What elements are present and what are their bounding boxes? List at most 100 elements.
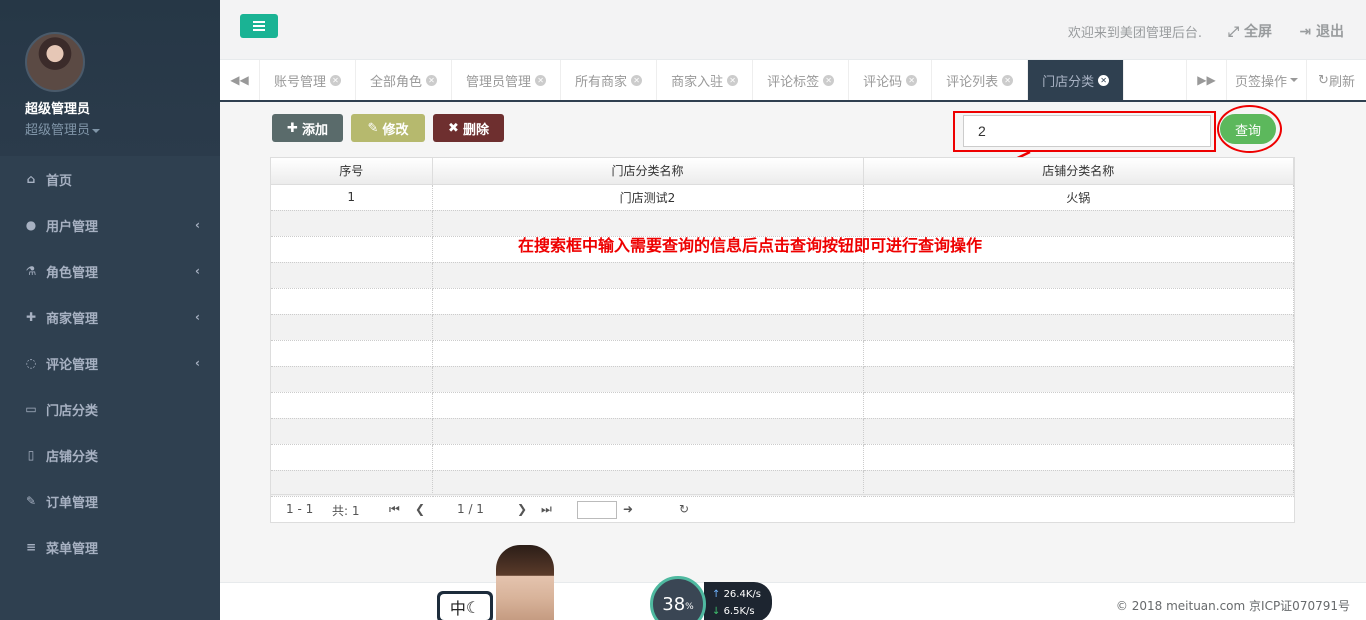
sidebar: 超级管理员 超级管理员 ⌂ 首页 ● 用户管理 ‹ ⚗ 角色管理 ‹ ✚ 商家管理 ‹ ◌ 评论… <box>0 0 220 620</box>
sidebar-item-label: 首页 <box>46 173 73 189</box>
tab-scroll-right-button[interactable]: ▶▶ <box>1186 60 1226 100</box>
fullscreen-button[interactable]: ⤢ 全屏 <box>1228 21 1272 41</box>
tab-comment-list[interactable]: 评论列表 ✕ <box>932 60 1029 100</box>
column-header[interactable]: 门店分类名称 <box>432 158 864 185</box>
add-button[interactable]: ✚ 添加 <box>272 114 343 142</box>
column-header[interactable]: 序号 <box>271 158 433 185</box>
sidebar-item-label: 菜单管理 <box>46 541 99 557</box>
empty-cell <box>863 470 1294 497</box>
prev-page-icon[interactable]: ❮ <box>415 502 425 516</box>
column-header[interactable]: 店铺分类名称 <box>863 158 1294 185</box>
sidebar-item-merchant-management[interactable]: ✚ 商家管理 ‹ <box>0 294 220 340</box>
sidebar-item-label: 商家管理 <box>46 311 99 327</box>
close-icon[interactable]: ✕ <box>823 74 835 86</box>
edit-button[interactable]: ✎ 修改 <box>351 114 425 142</box>
delete-label: 删除 <box>462 122 489 138</box>
sidebar-item-home[interactable]: ⌂ 首页 <box>0 156 220 202</box>
next-page-icon[interactable]: ❯ <box>517 502 527 516</box>
empty-cell <box>271 236 433 263</box>
sidebar-item-user-management[interactable]: ● 用户管理 ‹ <box>0 202 220 248</box>
profile-name: 超级管理员 <box>25 102 91 117</box>
annotation-text: 在搜索框中输入需要查询的信息后点击查询按钮即可进行查询操作 <box>518 238 983 255</box>
tab-store-category[interactable]: 门店分类 ✕ <box>1028 60 1125 100</box>
empty-row <box>271 340 1294 367</box>
forward-icon: ▶▶ <box>1197 73 1216 87</box>
ime-widget[interactable]: 中 ☾ <box>437 591 493 620</box>
empty-cell <box>863 392 1294 419</box>
close-icon[interactable]: ✕ <box>727 74 739 86</box>
tab-scroll-left-button[interactable]: ◀◀ <box>220 60 260 100</box>
first-page-icon[interactable]: ⏮ <box>389 502 400 517</box>
close-icon[interactable]: ✕ <box>330 74 342 86</box>
empty-cell <box>432 444 864 471</box>
empty-row <box>271 262 1294 289</box>
tab-admin[interactable]: 管理员管理 ✕ <box>452 60 562 100</box>
sidebar-item-role-management[interactable]: ⚗ 角色管理 ‹ <box>0 248 220 294</box>
search-input[interactable] <box>963 115 1211 147</box>
delete-button[interactable]: ✖ 删除 <box>433 114 504 142</box>
sidebar-item-shop-category[interactable]: ▯ 店铺分类 <box>0 432 220 478</box>
desktop-icon: ▭ <box>25 402 37 416</box>
backward-icon: ◀◀ <box>230 73 249 87</box>
table-row[interactable]: 1 门店测试2 火锅 <box>271 184 1294 211</box>
chevron-left-icon: ‹ <box>195 264 200 278</box>
pager-page: 1 / 1 <box>457 502 484 516</box>
list-icon: ≡ <box>25 540 37 554</box>
empty-row <box>271 288 1294 315</box>
close-icon[interactable]: ✕ <box>426 74 438 86</box>
close-icon[interactable]: ✕ <box>906 74 918 86</box>
logout-button[interactable]: ⇥ 退出 <box>1299 21 1344 41</box>
chevron-left-icon: ‹ <box>195 218 200 232</box>
tab-label: 评论列表 <box>946 74 999 90</box>
tab-comment-code[interactable]: 评论码 ✕ <box>849 60 933 100</box>
table-cell: 门店测试2 <box>432 184 864 211</box>
tab-list: 账号管理 ✕ 全部角色 ✕ 管理员管理 ✕ 所有商家 ✕ 商家入驻 ✕ 评论标签 ✕ 评论码… <box>260 60 1125 100</box>
last-page-icon[interactable]: ⏭ <box>541 502 552 517</box>
tab-label: 全部角色 <box>370 74 423 90</box>
flask-icon: ⚗ <box>25 264 37 278</box>
empty-cell <box>432 340 864 367</box>
sidebar-item-label: 评论管理 <box>46 357 99 373</box>
sidebar-item-store-category[interactable]: ▭ 门店分类 <box>0 386 220 432</box>
refresh-button[interactable]: ↻ 刷新 <box>1306 60 1366 100</box>
empty-cell <box>863 366 1294 393</box>
empty-cell <box>863 418 1294 445</box>
page-jump-input[interactable] <box>577 501 617 519</box>
sidebar-item-order-management[interactable]: ✎ 订单管理 <box>0 478 220 524</box>
avatar[interactable] <box>25 32 85 92</box>
tab-all-merchants[interactable]: 所有商家 ✕ <box>561 60 658 100</box>
close-icon[interactable]: ✕ <box>535 74 547 86</box>
logout-label: 退出 <box>1316 24 1344 40</box>
close-icon[interactable]: ✕ <box>631 74 643 86</box>
tab-all-roles[interactable]: 全部角色 ✕ <box>356 60 453 100</box>
tab-label: 管理员管理 <box>466 74 532 90</box>
speed-percent: 38 <box>662 593 686 615</box>
reload-icon[interactable]: ↻ <box>679 502 689 516</box>
menu-toggle-button[interactable] <box>240 14 278 38</box>
tabs-bar: ◀◀ 账号管理 ✕ 全部角色 ✕ 管理员管理 ✕ 所有商家 ✕ 商家入驻 ✕ 评论标签 ✕ … <box>220 60 1366 102</box>
empty-cell <box>271 444 433 471</box>
tab-options-dropdown[interactable]: 页签操作 <box>1226 60 1306 100</box>
tab-account[interactable]: 账号管理 ✕ <box>260 60 357 100</box>
plus-icon: ✚ <box>287 120 298 136</box>
caret-down-icon <box>92 128 101 133</box>
top-bar: 欢迎来到美团管理后台. ⤢ 全屏 ⇥ 退出 <box>220 0 1366 60</box>
tab-merchant-join[interactable]: 商家入驻 ✕ <box>657 60 754 100</box>
sidebar-item-menu-management[interactable]: ≡ 菜单管理 <box>0 524 220 570</box>
sidebar-item-comment-management[interactable]: ◌ 评论管理 ‹ <box>0 340 220 386</box>
pager: 1 - 1 共: 1 ⏮ ❮ 1 / 1 ❯ ⏭ ➜ ↻ <box>271 494 1294 522</box>
mascot-image <box>496 545 554 620</box>
query-button[interactable]: 查询 <box>1220 114 1276 144</box>
empty-cell <box>432 392 864 419</box>
go-arrow-icon[interactable]: ➜ <box>623 502 633 516</box>
add-label: 添加 <box>301 122 328 138</box>
main-content: ✚添加 ✎修改 ✖删除 查询 序号 门店分类名称 店铺分类名称 1 <box>220 102 1366 582</box>
close-icon[interactable]: ✕ <box>1002 74 1014 86</box>
close-icon[interactable]: ✕ <box>1098 74 1110 86</box>
ime-label: 中 <box>449 599 466 618</box>
down-arrow-icon: ↓ <box>712 606 724 617</box>
empty-row <box>271 366 1294 393</box>
footer: 中 ☾ ↑ 26.4K/s ↓ 6.5K/s 38% © 2018 meituan… <box>220 545 1366 620</box>
profile-role-dropdown[interactable]: 超级管理员 <box>25 119 220 138</box>
tab-comment-tags[interactable]: 评论标签 ✕ <box>753 60 850 100</box>
